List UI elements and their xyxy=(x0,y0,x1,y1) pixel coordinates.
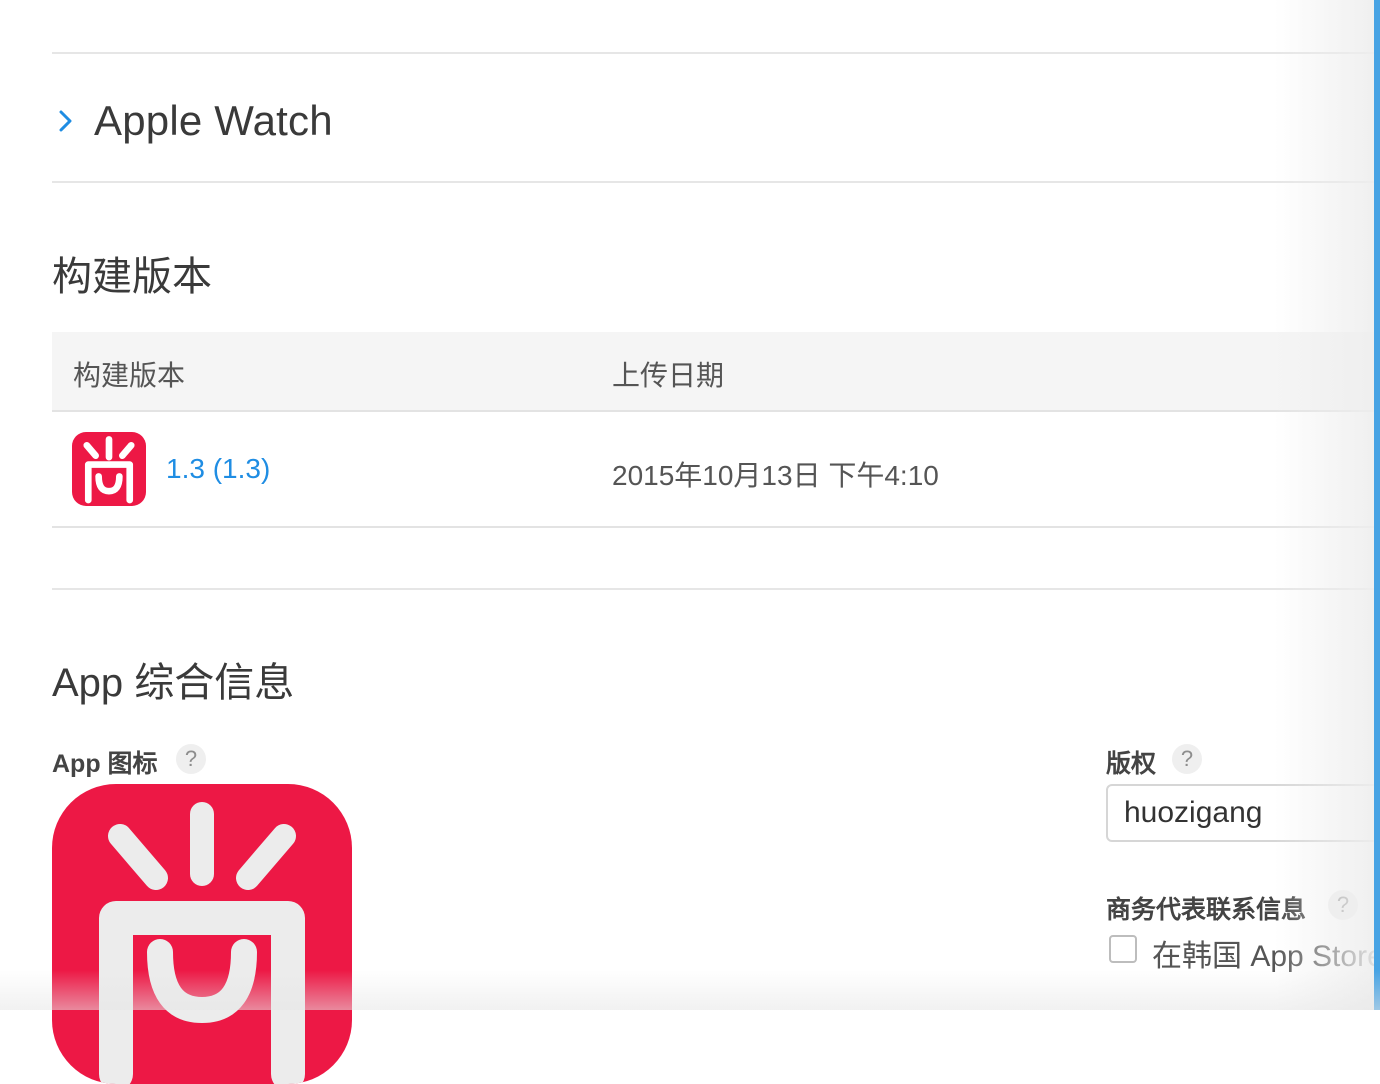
build-table-header: 构建版本 上传日期 xyxy=(52,332,1380,412)
build-table: 构建版本 上传日期 1.3 (1.3) 2015年10月13日 下午4:10 xyxy=(52,332,1380,528)
business-contact-label: 商务代表联系信息 xyxy=(1106,896,1307,924)
help-icon[interactable]: ? xyxy=(1328,890,1358,920)
korea-app-store-checkbox[interactable] xyxy=(1109,935,1137,963)
divider xyxy=(52,181,1380,183)
divider xyxy=(52,588,1380,590)
help-icon[interactable]: ? xyxy=(176,744,206,774)
app-store-connect-page: Apple Watch 构建版本 构建版本 上传日期 1.3 (1.3) 201… xyxy=(0,0,1380,1084)
app-info-section-title: App 综合信息 xyxy=(52,661,295,705)
column-header-build: 构建版本 xyxy=(73,360,186,391)
apple-watch-row[interactable]: Apple Watch xyxy=(52,96,333,146)
build-upload-date: 2015年10月13日 下午4:10 xyxy=(612,460,939,491)
apple-watch-label: Apple Watch xyxy=(94,97,333,144)
build-version-link[interactable]: 1.3 (1.3) xyxy=(166,453,270,485)
column-header-upload-date: 上传日期 xyxy=(612,360,725,391)
app-icon-label: App 图标 xyxy=(52,750,158,778)
build-section-title: 构建版本 xyxy=(52,255,212,299)
divider xyxy=(52,52,1380,54)
chevron-right-icon xyxy=(59,110,72,132)
table-row[interactable]: 1.3 (1.3) 2015年10月13日 下午4:10 xyxy=(52,412,1380,528)
korea-app-store-label: 在韩国 App Store xyxy=(1152,940,1380,973)
copyright-label: 版权 xyxy=(1106,750,1157,778)
app-icon-shang xyxy=(72,432,146,506)
app-icon-shang[interactable] xyxy=(52,784,352,1084)
copyright-input[interactable] xyxy=(1106,784,1380,842)
help-icon[interactable]: ? xyxy=(1172,744,1202,774)
